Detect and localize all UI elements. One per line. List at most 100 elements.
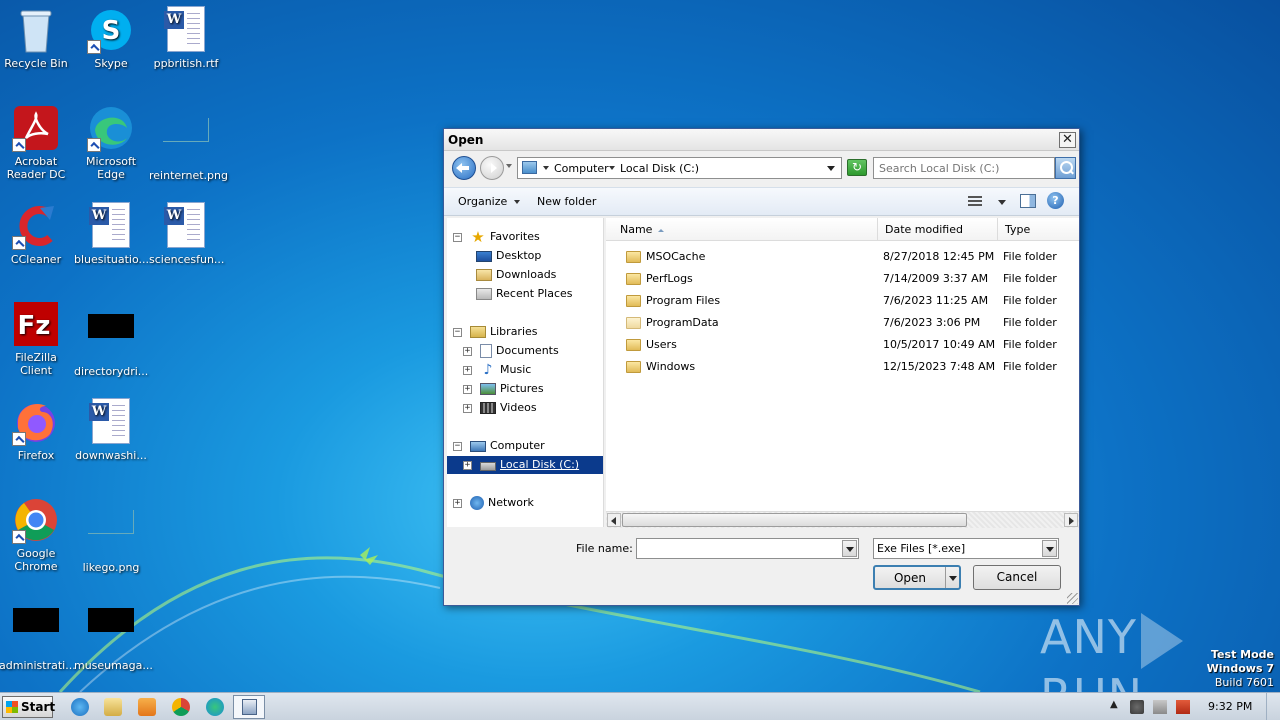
desktop-icon-edge[interactable]: Microsoft Edge: [73, 104, 149, 181]
file-row[interactable]: Program Files 7/6/2023 11:25 AM File fol…: [606, 290, 1079, 312]
scroll-left-icon[interactable]: [607, 513, 621, 527]
expand-toggle[interactable]: +: [463, 365, 472, 375]
volume-icon[interactable]: [1130, 700, 1144, 714]
expand-toggle[interactable]: +: [463, 460, 472, 470]
resize-grip-icon[interactable]: [1067, 593, 1078, 604]
clock[interactable]: 9:32 PM: [1208, 700, 1252, 713]
expand-toggle[interactable]: +: [453, 498, 462, 508]
start-button[interactable]: Start: [2, 696, 55, 718]
back-button[interactable]: [452, 156, 476, 180]
column-header-type[interactable]: Type: [998, 218, 1079, 241]
chrome-taskbar-icon[interactable]: [172, 698, 190, 716]
address-dropdown-icon[interactable]: [827, 166, 835, 171]
desktop-icon-label: sciencesfun...: [149, 253, 225, 266]
search-icon[interactable]: [1055, 157, 1076, 179]
column-header-name[interactable]: Name: [606, 218, 878, 241]
desktop-icon-bluesituation[interactable]: W bluesituatio...: [73, 202, 149, 266]
scrollbar-thumb[interactable]: [622, 513, 967, 527]
file-row[interactable]: PerfLogs 7/14/2009 3:37 AM File folder: [606, 268, 1079, 290]
media-player-icon[interactable]: [138, 698, 156, 716]
open-button[interactable]: Open: [873, 565, 961, 590]
desktop-icon-downwashi[interactable]: W downwashi...: [73, 398, 149, 462]
file-row[interactable]: ProgramData 7/6/2023 3:06 PM File folder: [606, 312, 1079, 334]
edge-taskbar-icon[interactable]: [206, 698, 224, 716]
forward-button[interactable]: [480, 156, 504, 180]
tree-item-downloads[interactable]: Downloads: [476, 266, 556, 284]
close-button[interactable]: ✕: [1059, 132, 1076, 148]
tree-item-desktop[interactable]: Desktop: [476, 247, 541, 265]
tree-item-pictures[interactable]: + Pictures: [463, 380, 544, 398]
tree-item-videos[interactable]: + Videos: [463, 399, 537, 417]
search-input[interactable]: [873, 157, 1055, 179]
file-row[interactable]: Users 10/5/2017 10:49 AM File folder: [606, 334, 1079, 356]
change-view-icon[interactable]: [968, 196, 982, 208]
desktop-icon-sciencesfun[interactable]: W sciencesfun...: [148, 202, 224, 266]
desktop-icon-chrome[interactable]: Google Chrome: [0, 496, 74, 573]
file-type-dropdown-icon[interactable]: [1042, 540, 1057, 557]
collapse-toggle[interactable]: −: [453, 232, 462, 242]
breadcrumb-chevron-icon[interactable]: [609, 166, 615, 170]
new-folder-button[interactable]: New folder: [537, 195, 596, 208]
desktop-icon-museumaga[interactable]: museumaga...: [73, 594, 153, 672]
refresh-button[interactable]: ↻: [847, 159, 867, 176]
breadcrumb-chevron-icon[interactable]: [543, 166, 549, 170]
tree-item-network[interactable]: + Network: [453, 494, 534, 512]
desktop-icon-label: ppbritish.rtf: [153, 57, 219, 70]
desktop-icon-acrobat[interactable]: Acrobat Reader DC: [0, 104, 74, 181]
pictures-icon: [480, 383, 496, 395]
collapse-toggle[interactable]: −: [453, 441, 462, 451]
file-name-input[interactable]: [636, 538, 859, 559]
horizontal-scrollbar[interactable]: [606, 511, 1079, 528]
tree-item-libraries[interactable]: − Libraries: [453, 323, 538, 341]
file-row[interactable]: MSOCache 8/27/2018 12:45 PM File folder: [606, 246, 1079, 268]
shortcut-arrow-icon: [12, 138, 26, 152]
desktop-icon-directorydri[interactable]: directorydri...: [73, 300, 149, 378]
open-options-dropdown[interactable]: [945, 567, 959, 588]
recent-locations-dropdown[interactable]: [506, 164, 512, 168]
internet-explorer-icon[interactable]: [71, 698, 89, 716]
desktop-icon-reinternet[interactable]: reinternet.png: [148, 104, 228, 182]
desktop-icon-firefox[interactable]: Firefox: [0, 398, 74, 462]
desktop-icon-ccleaner[interactable]: CCleaner: [0, 202, 74, 266]
desktop-icon-ppbritish[interactable]: W ppbritish.rtf: [148, 6, 224, 70]
preview-pane-icon[interactable]: [1020, 194, 1036, 208]
show-desktop-button[interactable]: [1266, 693, 1280, 720]
help-icon[interactable]: ?: [1047, 192, 1064, 209]
organize-button[interactable]: Organize: [458, 195, 521, 208]
file-type-select[interactable]: Exe Files [*.exe]: [873, 538, 1059, 559]
tree-item-local-disk[interactable]: + Local Disk (C:): [447, 456, 603, 474]
desktop-icon-recycle-bin[interactable]: Recycle Bin: [0, 6, 74, 70]
file-explorer-icon[interactable]: [104, 698, 122, 716]
expand-toggle[interactable]: +: [463, 346, 472, 356]
scroll-right-icon[interactable]: [1064, 513, 1078, 527]
collapse-toggle[interactable]: −: [453, 327, 462, 337]
desktop-icon-administrati[interactable]: administrati...: [0, 594, 76, 672]
file-row[interactable]: Windows 12/15/2023 7:48 AM File folder: [606, 356, 1079, 378]
show-hidden-icons-button[interactable]: ▲: [1110, 699, 1118, 710]
address-bar[interactable]: Computer Local Disk (C:): [517, 157, 842, 179]
tree-item-favorites[interactable]: − ★ Favorites: [453, 228, 540, 246]
desktop-icon-filezilla[interactable]: Fz FileZilla Client: [0, 300, 74, 377]
chrome-icon: [12, 496, 60, 544]
column-header-date-modified[interactable]: Date modified: [878, 218, 998, 241]
tree-item-recent-places[interactable]: Recent Places: [476, 285, 573, 303]
tree-item-documents[interactable]: + Documents: [463, 342, 559, 360]
cancel-button[interactable]: Cancel: [973, 565, 1061, 590]
expand-toggle[interactable]: +: [463, 384, 472, 394]
desktop-icon-label: downwashi...: [75, 449, 147, 462]
dialog-titlebar[interactable]: Open ✕: [444, 129, 1079, 151]
desktop-icon-likego[interactable]: likego.png: [73, 496, 149, 574]
filezilla-icon: Fz: [12, 300, 60, 348]
breadcrumb-computer[interactable]: Computer: [554, 162, 609, 175]
expand-toggle[interactable]: +: [463, 403, 472, 413]
view-options-dropdown[interactable]: [998, 200, 1006, 205]
file-name-dropdown-icon[interactable]: [842, 540, 857, 557]
active-window-button[interactable]: [233, 695, 265, 719]
network-tray-icon[interactable]: [1153, 700, 1167, 714]
breadcrumb-local-disk[interactable]: Local Disk (C:): [620, 162, 699, 175]
tree-item-music[interactable]: + ♪ Music: [463, 361, 531, 379]
action-center-flag-icon[interactable]: [1176, 700, 1190, 714]
tree-item-computer[interactable]: − Computer: [453, 437, 545, 455]
desktop-icon-skype[interactable]: S Skype: [73, 6, 149, 70]
desktop-icon-label: CCleaner: [10, 253, 62, 266]
